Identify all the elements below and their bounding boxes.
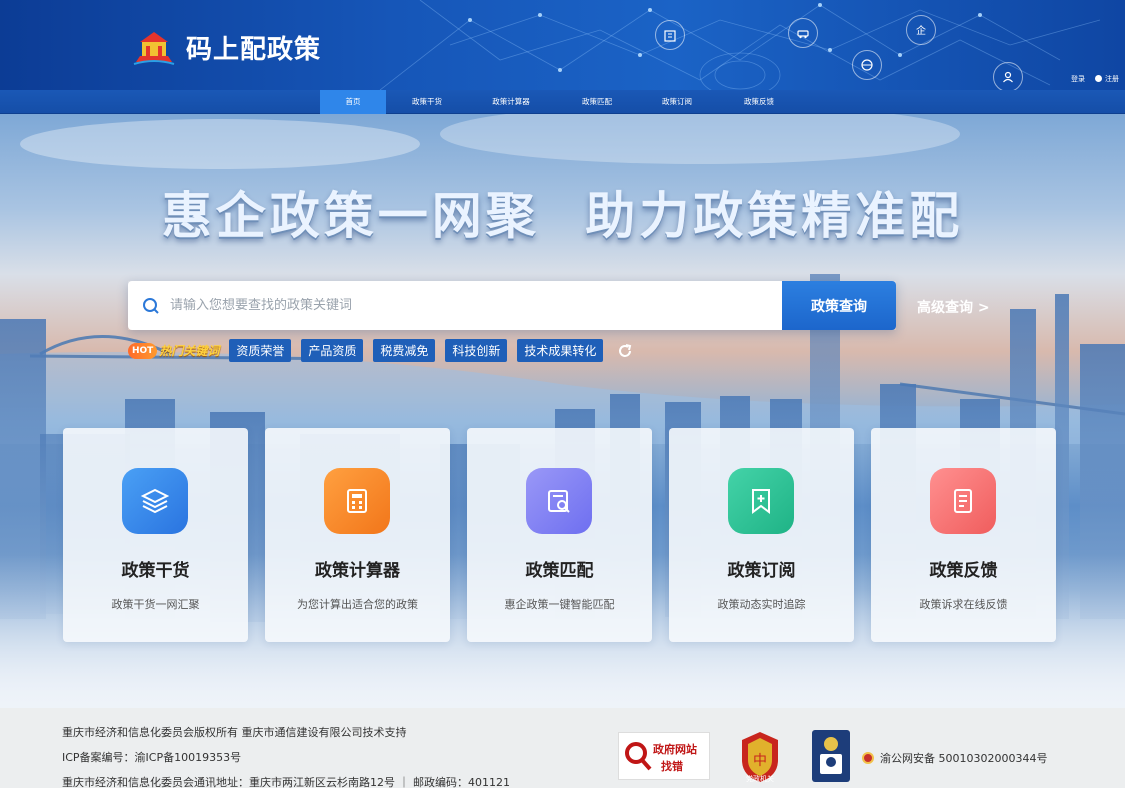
search-input[interactable] bbox=[170, 298, 782, 313]
card-title: 政策干货 bbox=[121, 561, 190, 581]
main-nav: 首页 政策干货 政策计算器 政策匹配 政策订阅 政策反馈 bbox=[0, 90, 1125, 114]
card-desc: 为您计算出适合您的政策 bbox=[297, 598, 418, 611]
svg-text:企: 企 bbox=[916, 24, 926, 37]
nav-item-policy-feedback[interactable]: 政策反馈 bbox=[728, 90, 790, 114]
card-policy-match[interactable]: 政策匹配 惠企政策一键智能匹配 bbox=[467, 428, 652, 642]
hot-tag[interactable]: 产品资质 bbox=[301, 339, 364, 362]
card-title: 政策计算器 bbox=[315, 561, 400, 581]
search-bar: 政策查询 bbox=[128, 281, 896, 330]
advanced-search-link[interactable]: 高级查询 > bbox=[917, 297, 990, 317]
refresh-icon[interactable] bbox=[617, 343, 633, 359]
hot-tag[interactable]: 技术成果转化 bbox=[517, 339, 604, 362]
footer-icp[interactable]: ICP备案编号：渝ICP备10019353号 bbox=[62, 749, 241, 765]
hot-tag[interactable]: 资质荣誉 bbox=[229, 339, 292, 362]
policy-search-button[interactable]: 政策查询 bbox=[782, 281, 896, 330]
card-desc: 政策诉求在线反馈 bbox=[919, 598, 1008, 611]
card-desc: 政策动态实时追踪 bbox=[717, 598, 806, 611]
card-title: 政策匹配 bbox=[525, 561, 594, 581]
hot-tag[interactable]: 税费减免 bbox=[373, 339, 436, 362]
hero-slogan: 惠企政策一网聚 助力政策精准配 bbox=[161, 187, 964, 245]
site-footer: 重庆市经济和信息化委员会版权所有 重庆市通信建设有限公司技术支持 ICP备案编号… bbox=[0, 708, 1125, 788]
police-badge[interactable] bbox=[810, 728, 852, 784]
login-link[interactable]: 登录 bbox=[1071, 74, 1085, 84]
hot-keywords: HOT 热门关键词 资质荣誉 产品资质 税费减免 科技创新 技术成果转化 bbox=[128, 339, 633, 362]
search-box bbox=[128, 281, 782, 330]
card-desc: 惠企政策一键智能匹配 bbox=[504, 598, 615, 611]
register-link[interactable]: 注册 bbox=[1095, 74, 1119, 84]
card-policy-calculator[interactable]: 政策计算器 为您计算出适合您的政策 bbox=[265, 428, 450, 642]
user-actions: 登录 注册 bbox=[1071, 74, 1119, 84]
car-icon bbox=[788, 18, 818, 48]
site-header: 企 码上配政策 登录 注册 bbox=[0, 0, 1125, 90]
magnifier-icon bbox=[625, 742, 652, 771]
logo-text: 码上配政策 bbox=[186, 34, 322, 65]
globe-icon bbox=[852, 50, 882, 80]
party-badge-label: 党政机关 bbox=[746, 775, 774, 783]
nav-item-policy-subscribe[interactable]: 政策订阅 bbox=[646, 90, 708, 114]
hot-keywords-title: 热门关键词 bbox=[159, 344, 220, 358]
footer-address: 重庆市经济和信息化委员会通讯地址：重庆市两江新区云杉南路12号 ｜ 邮政编码：4… bbox=[62, 776, 510, 788]
card-policy-goods[interactable]: 政策干货 政策干货一网汇聚 bbox=[63, 428, 248, 642]
nav-item-policy-match[interactable]: 政策匹配 bbox=[566, 90, 628, 114]
layers-icon bbox=[122, 468, 188, 534]
enterprise-icon: 企 bbox=[906, 15, 936, 45]
hot-badge: HOT bbox=[128, 342, 158, 359]
user-icon bbox=[1095, 75, 1102, 82]
card-desc: 政策干货一网汇聚 bbox=[111, 598, 200, 611]
register-label: 注册 bbox=[1105, 75, 1119, 83]
footer-copyright: 重庆市经济和信息化委员会版权所有 重庆市通信建设有限公司技术支持 bbox=[62, 726, 407, 739]
police-record[interactable]: 渝公网安备 50010302000344号 bbox=[862, 750, 1047, 766]
gov-badge-subtext: 找错 bbox=[661, 760, 683, 773]
nav-item-policy-calculator[interactable]: 政策计算器 bbox=[480, 90, 542, 114]
card-title: 政策反馈 bbox=[929, 561, 998, 581]
nav-item-home[interactable]: 首页 bbox=[320, 90, 386, 114]
logo-emblem-icon bbox=[133, 32, 175, 65]
calculator-icon bbox=[324, 468, 390, 534]
card-policy-feedback[interactable]: 政策反馈 政策诉求在线反馈 bbox=[871, 428, 1056, 642]
building-icon bbox=[655, 20, 685, 50]
card-title: 政策订阅 bbox=[727, 561, 796, 581]
police-emblem-icon bbox=[862, 752, 874, 764]
person-icon bbox=[993, 62, 1023, 90]
police-record-text: 渝公网安备 50010302000344号 bbox=[880, 752, 1048, 765]
card-policy-subscribe[interactable]: 政策订阅 政策动态实时追踪 bbox=[669, 428, 854, 642]
hot-keywords-label: HOT 热门关键词 bbox=[128, 341, 219, 361]
site-logo[interactable]: 码上配政策 bbox=[132, 28, 321, 66]
gov-badge-text: 政府网站 bbox=[653, 743, 697, 756]
nav-item-policy-goods[interactable]: 政策干货 bbox=[396, 90, 458, 114]
gov-website-error-badge[interactable]: 政府网站 找错 bbox=[618, 732, 710, 780]
search-icon bbox=[143, 297, 159, 314]
document-search-icon bbox=[526, 468, 592, 534]
hot-tag[interactable]: 科技创新 bbox=[445, 339, 508, 362]
svg-text:中: 中 bbox=[753, 753, 767, 769]
bookmark-plus-icon bbox=[728, 468, 794, 534]
hero-banner: 惠企政策一网聚 助力政策精准配 政策查询 高级查询 > HOT 热门关键词 资质… bbox=[0, 114, 1125, 708]
feedback-icon bbox=[930, 468, 996, 534]
